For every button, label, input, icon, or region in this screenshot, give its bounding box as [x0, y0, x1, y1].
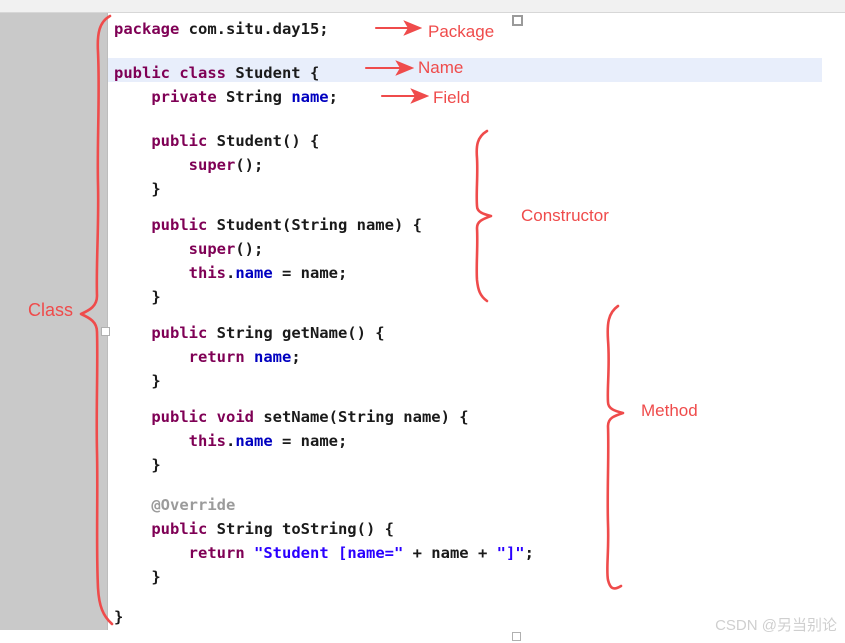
code-token: public void: [151, 408, 254, 426]
code-token: ;: [524, 544, 534, 562]
code-token: public: [151, 132, 208, 150]
annotation-label-method: Method: [641, 401, 698, 420]
code-line: return name;: [114, 345, 301, 369]
code-token: }: [114, 608, 124, 626]
code-token: }: [114, 288, 161, 306]
top-band: [0, 0, 845, 13]
code-line: }: [114, 369, 161, 393]
code-token: return: [188, 544, 245, 562]
code-token: }: [114, 568, 161, 586]
code-line: package com.situ.day15;: [114, 17, 329, 41]
top-handle-square[interactable]: [512, 15, 523, 26]
code-token: this: [188, 264, 226, 282]
code-line: public class Student {: [114, 61, 319, 85]
code-token: String getName() {: [207, 324, 385, 342]
code-token: public class: [114, 64, 226, 82]
code-token: Student() {: [207, 132, 320, 150]
code-token: = name;: [272, 264, 348, 282]
code-token: ;: [291, 348, 301, 366]
code-line: }: [114, 565, 161, 589]
annotation-label-name: Name: [418, 58, 464, 77]
code-line: return "Student [name=" + name + "]";: [114, 541, 534, 565]
editor-gutter: [0, 13, 108, 630]
code-token: name: [291, 88, 329, 106]
code-token: ;: [328, 88, 338, 106]
code-line: public Student(String name) {: [114, 213, 422, 237]
code-line: }: [114, 605, 123, 629]
code-line: }: [114, 177, 161, 201]
code-line: super();: [114, 237, 264, 261]
code-token: }: [114, 456, 161, 474]
annotation-label-class: Class: [28, 300, 74, 320]
code-token: + name +: [403, 544, 497, 562]
code-line: public String getName() {: [114, 321, 385, 345]
code-token: "Student [name=": [254, 544, 404, 562]
code-token: String: [216, 88, 292, 106]
code-line: public void setName(String name) {: [114, 405, 469, 429]
code-token: ();: [235, 240, 264, 258]
bottom-handle-square[interactable]: [512, 632, 521, 641]
code-token: super: [188, 240, 236, 258]
code-token: String toString() {: [207, 520, 394, 538]
code-token: name: [235, 264, 273, 282]
code-token: ();: [235, 156, 264, 174]
code-token: package: [114, 20, 180, 38]
annotation-label-constructor: Constructor: [521, 206, 609, 225]
code-token: }: [114, 180, 161, 198]
code-token: return: [188, 348, 245, 366]
code-token: Student {: [225, 64, 320, 82]
code-token: }: [114, 372, 161, 390]
code-token: Student(String name) {: [207, 216, 422, 234]
code-line: }: [114, 453, 161, 477]
code-token: private: [151, 88, 217, 106]
code-line: private String name;: [114, 85, 338, 109]
code-token: name: [235, 432, 273, 450]
code-token: public: [151, 520, 208, 538]
code-token: public: [151, 324, 208, 342]
code-line: @Override: [114, 493, 235, 517]
code-token: .: [225, 432, 236, 450]
code-line: public String toString() {: [114, 517, 394, 541]
code-line: public Student() {: [114, 129, 319, 153]
fold-marker-square[interactable]: [101, 327, 110, 336]
code-token: = name;: [272, 432, 348, 450]
code-line: }: [114, 285, 161, 309]
code-editor[interactable]: package com.situ.day15; public class Stud…: [108, 13, 845, 630]
code-line: this.name = name;: [114, 261, 348, 285]
code-token: setName(String name) {: [253, 408, 469, 426]
code-token: public: [151, 216, 208, 234]
code-token: @Override: [151, 496, 236, 514]
code-token: "]": [496, 544, 525, 562]
code-line: this.name = name;: [114, 429, 348, 453]
code-token: this: [188, 432, 226, 450]
code-token: super: [188, 156, 236, 174]
annotation-label-field: Field: [433, 88, 470, 107]
code-token: name: [254, 348, 292, 366]
screenshot-root: package com.situ.day15; public class Stud…: [0, 0, 845, 643]
watermark: CSDN @另当别论: [715, 617, 837, 634]
code-line: super();: [114, 153, 264, 177]
annotation-label-package: Package: [428, 22, 495, 41]
code-token: com.situ.day15;: [179, 20, 329, 38]
code-token: .: [225, 264, 236, 282]
